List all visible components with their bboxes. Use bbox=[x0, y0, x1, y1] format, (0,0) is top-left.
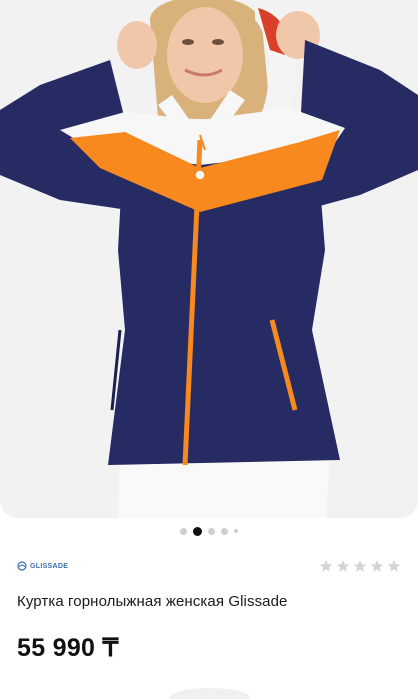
gallery-pagination[interactable] bbox=[0, 525, 418, 537]
brand-logo[interactable]: GLISSADE bbox=[17, 561, 68, 571]
brand-name: GLISSADE bbox=[30, 562, 69, 570]
product-title: Куртка горнолыжная женская Glissade bbox=[17, 593, 288, 610]
star-icon bbox=[387, 560, 401, 572]
product-image-gallery[interactable] bbox=[0, 0, 418, 518]
product-price: 55 990 ₸ bbox=[17, 634, 119, 662]
glissade-logo-icon bbox=[17, 561, 27, 571]
pagination-dot[interactable] bbox=[234, 529, 238, 533]
rating-stars[interactable] bbox=[319, 559, 401, 573]
star-icon bbox=[319, 560, 333, 572]
bottom-sheet-handle bbox=[170, 688, 250, 699]
pagination-dot[interactable] bbox=[180, 527, 187, 535]
pagination-dot[interactable] bbox=[208, 527, 215, 535]
star-icon bbox=[370, 560, 384, 572]
brand-rating-row: GLISSADE bbox=[17, 555, 401, 577]
star-icon bbox=[336, 560, 350, 572]
pagination-dot[interactable] bbox=[221, 527, 228, 535]
star-icon bbox=[353, 560, 367, 572]
product-photo bbox=[0, 0, 418, 518]
pagination-dot-active[interactable] bbox=[193, 526, 202, 536]
